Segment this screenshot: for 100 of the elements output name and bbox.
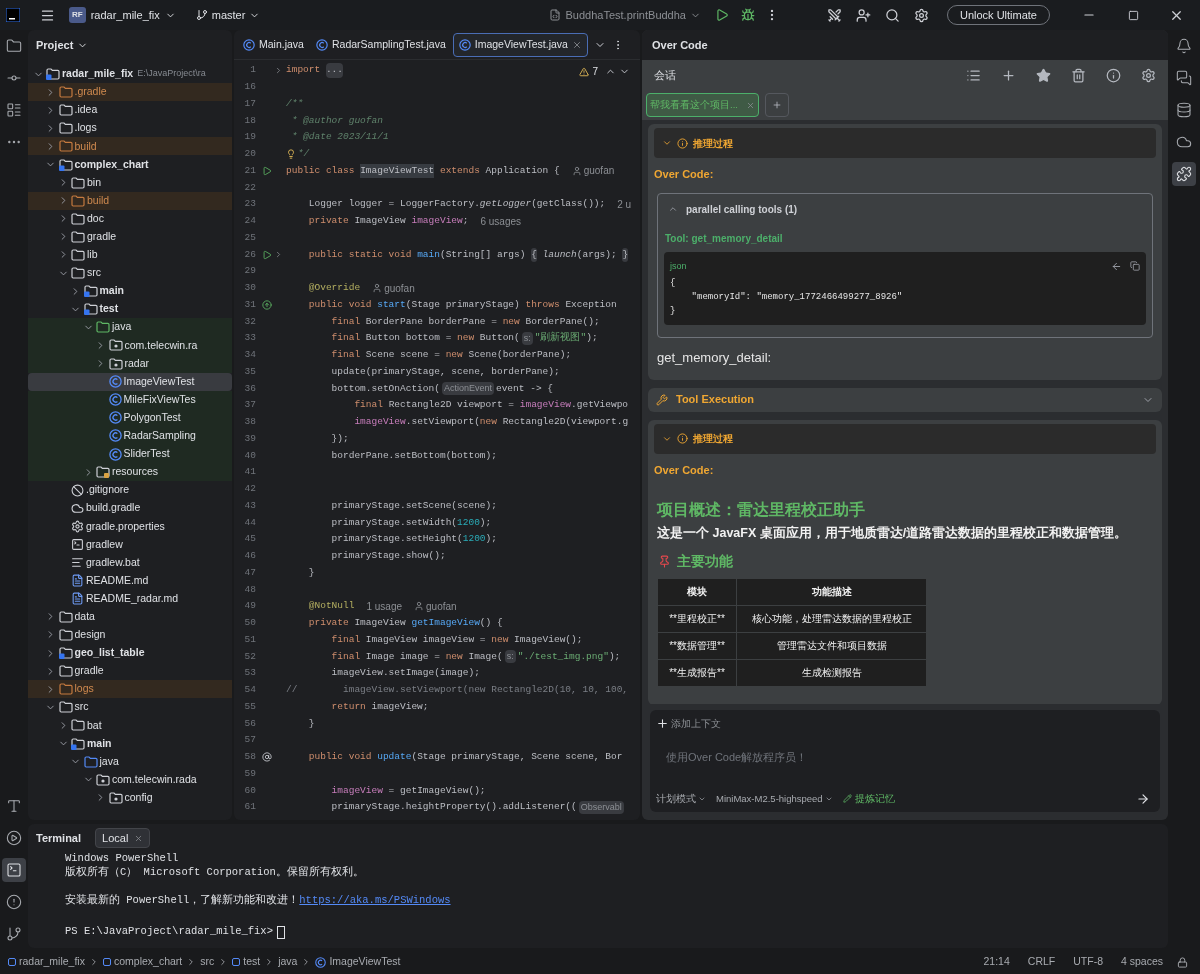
usages-hint[interactable]: 2 u (617, 196, 632, 212)
tree-item[interactable]: lib (28, 245, 232, 265)
author-hint[interactable]: guofan (384, 280, 415, 296)
tree-item[interactable]: gradle (28, 227, 232, 246)
editor-tab[interactable]: RadarSamplingTest.java (310, 32, 451, 57)
puzzle-icon[interactable] (1172, 162, 1196, 186)
author-hint[interactable]: guofan (426, 598, 457, 614)
breadcrumb[interactable]: test (243, 954, 261, 970)
search-icon[interactable] (884, 7, 900, 23)
breadcrumb[interactable]: java (278, 954, 298, 970)
tree-item[interactable]: com.telecwin.ra (28, 336, 232, 355)
tree-item[interactable]: doc (28, 209, 232, 228)
tree-item[interactable]: geo_list_table (28, 644, 232, 663)
status-item[interactable]: 4 spaces (1120, 954, 1163, 970)
tree-item[interactable]: logs (28, 680, 232, 699)
mode-dropdown[interactable]: 计划模式 (656, 791, 696, 806)
editor-tab[interactable]: Main.java (238, 32, 309, 57)
tree-item[interactable]: src (28, 698, 232, 717)
menu-icon[interactable] (40, 7, 55, 23)
tool-execution-bar[interactable]: Tool Execution (648, 387, 1162, 412)
reasoning-header[interactable]: 推理过程 (654, 128, 1156, 158)
status-item[interactable]: 21:14 (983, 954, 1010, 970)
status-item[interactable]: UTF-8 (1073, 954, 1103, 970)
back-arrow-icon[interactable] (1111, 260, 1122, 272)
app-logo-icon[interactable] (6, 8, 20, 22)
tree-item[interactable]: config (28, 788, 232, 807)
tree-item[interactable]: .idea (28, 101, 232, 120)
send-icon[interactable] (1136, 791, 1150, 806)
list-icon[interactable] (966, 67, 981, 83)
bug-icon[interactable] (740, 8, 755, 22)
tree-item[interactable]: src (28, 264, 232, 283)
add-context-link[interactable]: 添加上下文 (671, 716, 721, 731)
pencil-icon[interactable] (842, 794, 852, 804)
add-user-icon[interactable] (855, 7, 871, 23)
run-icon[interactable] (262, 249, 272, 260)
at-icon[interactable] (262, 752, 272, 763)
run-icon[interactable] (714, 8, 729, 22)
tree-item[interactable]: complex_chart (28, 155, 232, 174)
fold-icon[interactable] (274, 250, 283, 260)
tree-item[interactable]: build.gradle (28, 499, 232, 518)
tree-item[interactable]: resources (28, 463, 232, 482)
breadcrumb[interactable]: ImageViewTest (329, 954, 401, 970)
tree-item[interactable]: main (28, 282, 232, 301)
run-icon[interactable] (262, 165, 272, 176)
chevron-icon[interactable] (662, 138, 672, 148)
tree-item[interactable]: java (28, 752, 232, 771)
lightbulb-icon[interactable] (286, 149, 296, 160)
terminal-link[interactable]: https://aka.ms/PSWindows (299, 893, 451, 909)
tree-item[interactable]: build (28, 137, 232, 156)
tree-item[interactable]: radar_mile_fix E:\JavaProject\ra (28, 65, 232, 84)
run-config-selector[interactable]: BuddhaTest.printBuddha (549, 6, 701, 24)
chevron-icon[interactable] (668, 204, 678, 214)
tree-item[interactable]: README.md (28, 571, 232, 590)
new-tab-icon[interactable] (764, 93, 789, 117)
maximize-icon[interactable] (1128, 9, 1139, 21)
usages-hint[interactable]: 1 usage (366, 598, 402, 614)
trash-icon[interactable] (1071, 67, 1086, 83)
tree-item[interactable]: .gitignore (28, 481, 232, 500)
tree-item[interactable]: README_radar.md (28, 589, 232, 608)
tree-item[interactable]: .logs (28, 119, 232, 138)
info-icon[interactable] (1106, 67, 1121, 83)
tree-item[interactable]: main (28, 734, 232, 753)
editor-tab[interactable]: ImageViewTest.java (452, 32, 588, 57)
tree-item[interactable]: test (28, 300, 232, 319)
tree-item[interactable]: build (28, 191, 232, 210)
plus-icon[interactable] (656, 717, 669, 730)
tree-item[interactable]: java (28, 318, 232, 337)
project-selector[interactable]: RF radar_mile_fix (69, 6, 176, 24)
folded-code[interactable]: { (531, 247, 537, 262)
terminal-icon[interactable] (2, 858, 26, 882)
tree-item[interactable]: design (28, 625, 232, 644)
star-icon[interactable] (1036, 67, 1051, 83)
usages-hint[interactable]: 6 usages (480, 213, 522, 229)
warning-icon[interactable] (579, 66, 590, 77)
terminal-tab[interactable]: Local (95, 828, 151, 848)
tree-item[interactable]: bat (28, 716, 232, 735)
lock-icon[interactable] (1177, 956, 1188, 968)
tree-item[interactable]: gradlew (28, 535, 232, 554)
folded-code[interactable]: ... (325, 63, 344, 78)
model-dropdown[interactable]: MiniMax-M2.5-highspeed (716, 791, 823, 806)
reasoning-header[interactable]: 推理过程 (654, 423, 1156, 454)
tree-item[interactable]: gradle.properties (28, 517, 232, 536)
tree-item[interactable]: gradle (28, 662, 232, 681)
copy-icon[interactable] (1130, 261, 1140, 272)
folded-code[interactable]: } (622, 247, 629, 262)
warning-count[interactable]: 7 (592, 64, 598, 79)
branch-selector[interactable]: master (195, 6, 261, 24)
settings-icon[interactable] (1141, 67, 1156, 83)
breadcrumb[interactable]: src (200, 954, 215, 970)
breadcrumb[interactable]: radar_mile_fix (19, 954, 85, 970)
plus-icon[interactable] (1001, 67, 1016, 83)
memory-link[interactable]: 提炼记忆 (854, 791, 895, 806)
tree-item[interactable]: bin (28, 173, 232, 192)
chat-input[interactable]: 添加上下文 使用Over Code解放程序员！ 计划模式 MiniMax-M2.5-highspeed 提炼记忆 (650, 710, 1160, 812)
settings-icon[interactable] (913, 7, 929, 23)
fold-icon[interactable] (274, 65, 283, 75)
status-item[interactable]: CRLF (1027, 954, 1056, 970)
tree-item[interactable]: com.telecwin.rada (28, 770, 232, 789)
override-icon[interactable] (262, 299, 272, 310)
project-view-title[interactable]: Project (36, 36, 74, 54)
